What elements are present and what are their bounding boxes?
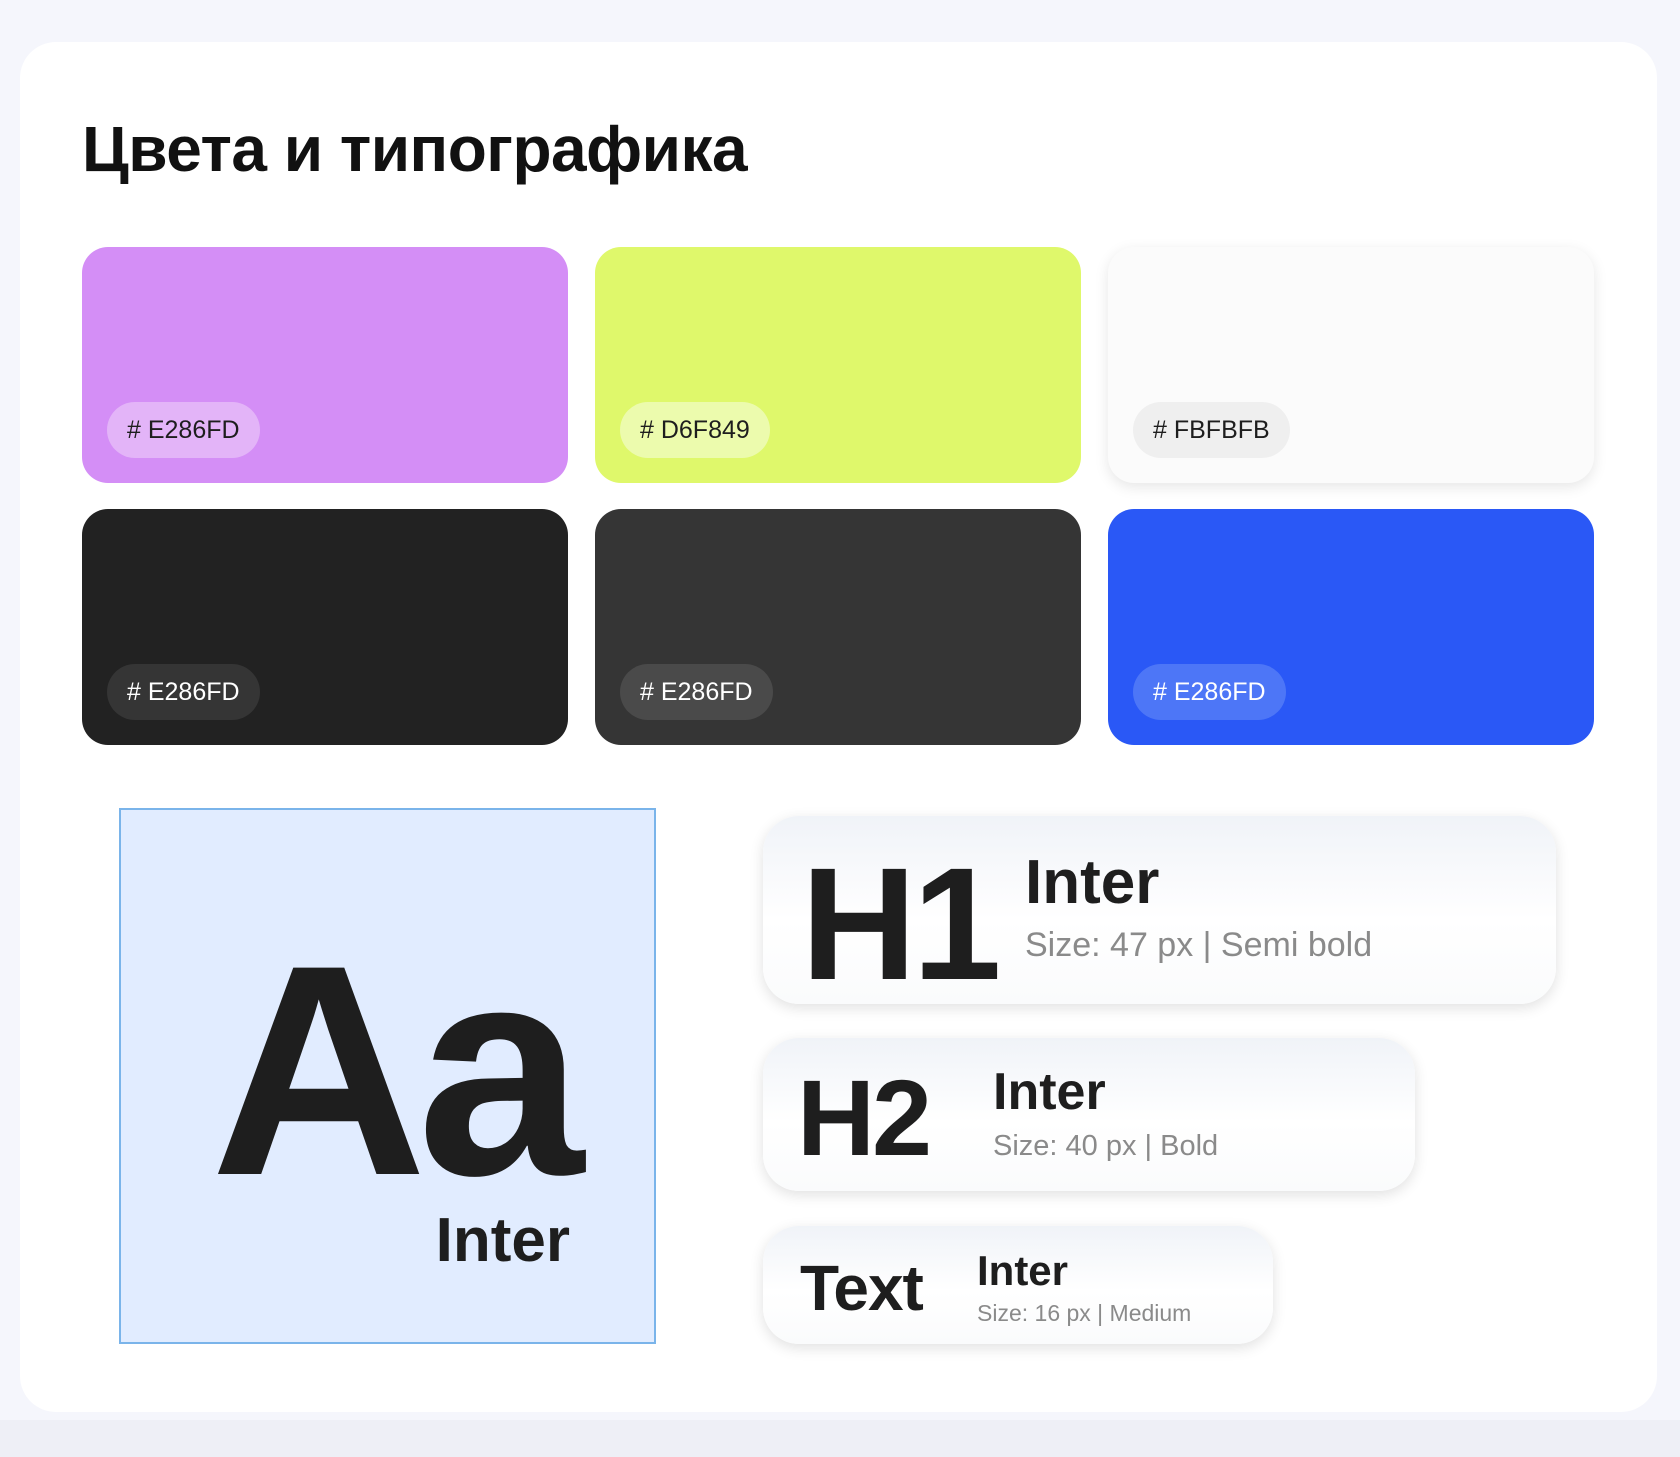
type-sample: H1 (801, 834, 1002, 1013)
color-swatch[interactable]: # FBFBFB (1108, 247, 1594, 483)
color-code-badge: # D6F849 (620, 402, 770, 458)
type-spec: Size: 40 px | Bold (993, 1130, 1219, 1162)
color-swatch[interactable]: # E286FD (82, 247, 568, 483)
type-style-text: Text Inter Size: 16 px | Medium (763, 1226, 1273, 1344)
type-font-name: Inter (993, 1063, 1106, 1121)
color-swatch[interactable]: # E286FD (595, 509, 1081, 745)
content-card: Цвета и типографика # E286FD # D6F849 # … (20, 42, 1657, 1412)
color-code-badge: # E286FD (1133, 664, 1286, 720)
type-font-name: Inter (977, 1247, 1069, 1294)
type-sample: Text (800, 1252, 924, 1324)
color-swatch[interactable]: # D6F849 (595, 247, 1081, 483)
color-code-badge: # E286FD (620, 664, 773, 720)
color-code-badge: # FBFBFB (1133, 402, 1290, 458)
color-swatch[interactable]: # E286FD (82, 509, 568, 745)
color-palette: # E286FD # D6F849 # FBFBFB # E286FD # E2… (82, 247, 1595, 745)
color-code-badge: # E286FD (107, 664, 260, 720)
type-style-h2: H2 Inter Size: 40 px | Bold (763, 1038, 1415, 1191)
color-swatch[interactable]: # E286FD (1108, 509, 1594, 745)
type-font-name: Inter (1025, 848, 1160, 917)
type-style-h1: H1 Inter Size: 47 px | Semi bold (763, 816, 1556, 1004)
color-code-badge: # E286FD (107, 402, 260, 458)
bottom-strip (0, 1420, 1680, 1457)
type-spec: Size: 47 px | Semi bold (1025, 926, 1373, 964)
page-title: Цвета и типографика (82, 113, 748, 185)
type-spec: Size: 16 px | Medium (977, 1300, 1192, 1326)
font-specimen-glyph: Aa (210, 902, 584, 1238)
font-specimen-name: Inter (435, 1206, 570, 1275)
font-specimen: Aa Inter (119, 808, 656, 1344)
type-sample: H2 (797, 1057, 932, 1178)
